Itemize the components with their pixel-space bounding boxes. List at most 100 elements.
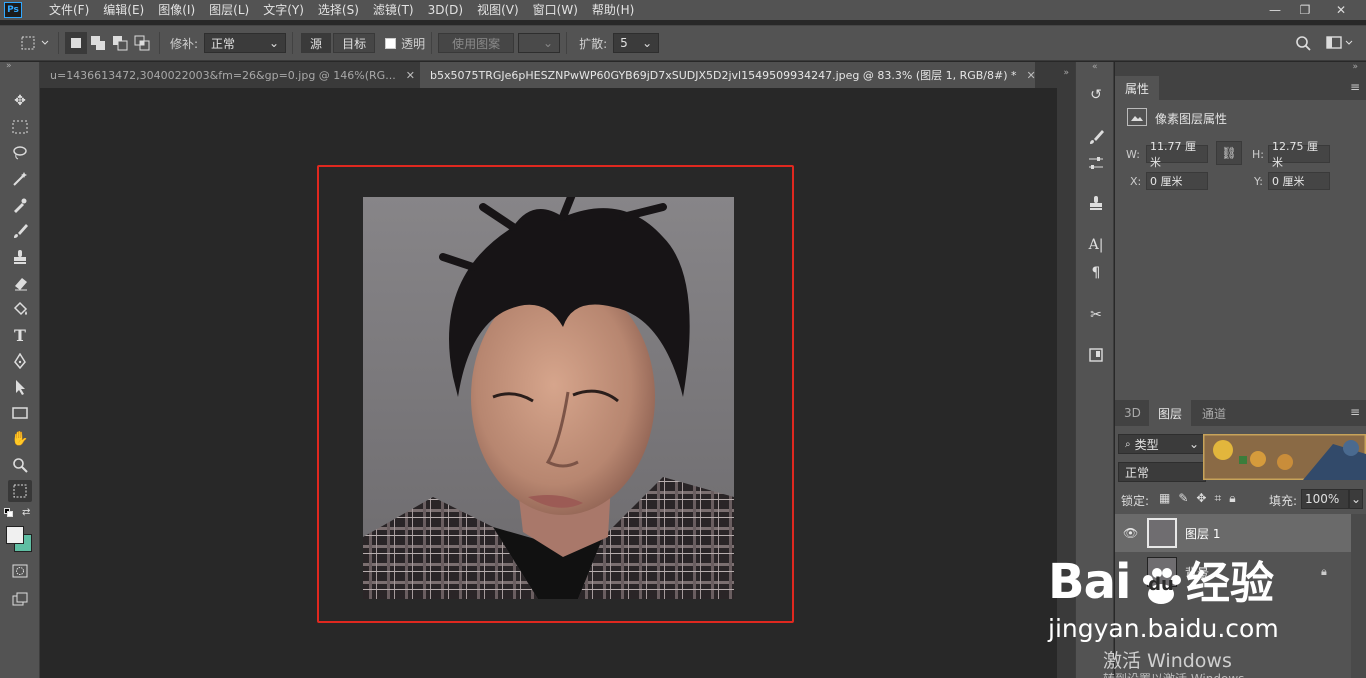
eyedropper-tool[interactable] — [8, 194, 32, 216]
search-button[interactable] — [1292, 32, 1314, 54]
character-panel-button[interactable]: A| — [1084, 234, 1108, 256]
height-field[interactable]: 12.75 厘米 — [1268, 140, 1330, 169]
y-field[interactable]: 0 厘米 — [1268, 172, 1330, 190]
divider — [431, 32, 433, 54]
zoom-tool[interactable] — [8, 454, 32, 476]
collapse-icon[interactable]: « — [1092, 62, 1098, 72]
screen-mode-button[interactable] — [8, 588, 32, 610]
lock-artboard-icon[interactable]: ⌗ — [1214, 491, 1221, 506]
tab-3d[interactable]: 3D — [1115, 400, 1150, 426]
fill-input[interactable]: 100% — [1301, 489, 1349, 509]
restore-button[interactable]: ❐ — [1290, 0, 1320, 20]
app-logo[interactable]: Ps — [4, 2, 22, 18]
tab-title: b5x5075TRGJe6pHESZNPwWP60GYB69jD7xSUDJX5… — [430, 69, 1017, 82]
layer-name[interactable]: 图层 1 — [1185, 525, 1220, 542]
pattern-picker[interactable]: ⌄ — [518, 33, 561, 53]
photoshop-window: Ps 文件(F) 编辑(E) 图像(I) 图层(L) 文字(Y) 选择(S) 滤… — [0, 0, 1366, 678]
lock-buttons: ▦ ✎ ✥ ⌗ 🔒︎ — [1159, 491, 1236, 506]
minimize-button[interactable]: — — [1260, 0, 1290, 20]
type-tool[interactable]: T — [8, 324, 32, 346]
menu-view[interactable]: 视图(V) — [470, 0, 526, 20]
paint-bucket-tool[interactable] — [8, 298, 32, 320]
lock-all-icon[interactable]: 🔒︎ — [1229, 491, 1235, 506]
lock-label: 锁定: — [1121, 494, 1150, 508]
rectangle-tool[interactable] — [8, 402, 32, 424]
add-selection-button[interactable] — [87, 32, 109, 54]
adjustments-button[interactable] — [1084, 152, 1108, 174]
menu-filter[interactable]: 滤镜(T) — [366, 0, 421, 20]
eraser-tool[interactable] — [8, 272, 32, 294]
clone-stamp-tool[interactable] — [8, 246, 32, 268]
navigator-button[interactable] — [1084, 344, 1108, 366]
lock-paint-icon[interactable]: ✎ — [1178, 491, 1188, 506]
hand-tool[interactable]: ✋ — [8, 428, 32, 450]
document-tab-1[interactable]: u=1436613472,3040022003&fm=26&gp=0.jpg @… — [40, 62, 420, 88]
path-selection-tool[interactable] — [8, 376, 32, 398]
workspace-button[interactable] — [1324, 32, 1358, 54]
tab-properties[interactable]: 属性 — [1115, 76, 1160, 100]
banner-ad[interactable] — [1203, 434, 1366, 480]
patch-tool[interactable] — [8, 480, 32, 502]
magic-wand-tool[interactable] — [8, 168, 32, 190]
use-pattern-button[interactable]: 使用图案 — [438, 33, 515, 53]
pen-tool[interactable] — [8, 350, 32, 372]
tabs-overflow-icon[interactable]: » — [1063, 68, 1069, 78]
collapse-icon[interactable]: » — [6, 61, 12, 71]
x-field[interactable]: 0 厘米 — [1146, 172, 1208, 190]
close-icon[interactable]: ✕ — [1027, 69, 1035, 82]
brush-tool[interactable] — [8, 220, 32, 242]
menu-image[interactable]: 图像(I) — [151, 0, 202, 20]
clone-source-button[interactable] — [1084, 192, 1108, 214]
history-panel-button[interactable]: ↺ — [1084, 84, 1108, 106]
new-selection-button[interactable] — [65, 32, 87, 54]
swap-colors-icon[interactable]: ⇄ — [22, 507, 30, 518]
width-field[interactable]: 11.77 厘米 — [1146, 140, 1208, 169]
fill-dropdown[interactable]: ⌄ — [1349, 489, 1363, 509]
blend-mode-select[interactable]: 正常 — [1118, 462, 1206, 482]
subtract-selection-button[interactable] — [109, 32, 131, 54]
document-tab-2[interactable]: b5x5075TRGJe6pHESZNPwWP60GYB69jD7xSUDJX5… — [420, 62, 1035, 88]
close-icon[interactable]: ✕ — [406, 69, 415, 82]
chevron-down-icon: ⌄ — [642, 36, 653, 50]
collapse-icon[interactable]: » — [1352, 62, 1358, 72]
patch-mode-select[interactable]: 正常 ⌄ — [204, 33, 287, 53]
menu-3d[interactable]: 3D(D) — [421, 0, 470, 20]
menu-edit[interactable]: 编辑(E) — [96, 0, 151, 20]
menu-type[interactable]: 文字(Y) — [256, 0, 311, 20]
move-tool[interactable]: ✥ — [8, 90, 32, 112]
panel-menu-icon[interactable]: ≡ — [1350, 405, 1360, 419]
menu-window[interactable]: 窗口(W) — [526, 0, 585, 20]
zoom-icon — [13, 458, 28, 473]
target-button[interactable]: 目标 — [333, 33, 376, 53]
source-button[interactable]: 源 — [301, 33, 332, 53]
link-dimensions-button[interactable]: ⛓ — [1216, 141, 1242, 165]
tool-presets-button[interactable]: ✂ — [1084, 304, 1108, 326]
transparent-checkbox[interactable]: 透明 — [385, 35, 425, 52]
lock-position-icon[interactable]: ✥ — [1196, 491, 1206, 506]
menu-select[interactable]: 选择(S) — [311, 0, 366, 20]
spread-select[interactable]: 5 ⌄ — [613, 33, 660, 53]
tool-preset-picker[interactable] — [18, 32, 52, 54]
menu-layer[interactable]: 图层(L) — [202, 0, 256, 20]
lasso-tool[interactable] — [8, 142, 32, 164]
panel-menu-icon[interactable]: ≡ — [1350, 80, 1360, 94]
paragraph-panel-button[interactable]: ¶ — [1084, 262, 1108, 284]
close-button[interactable]: ✕ — [1326, 0, 1356, 20]
layers-scrollbar[interactable] — [1351, 514, 1366, 678]
tab-channels[interactable]: 通道 — [1193, 400, 1235, 426]
tab-layers[interactable]: 图层 — [1149, 400, 1192, 426]
patch-icon — [13, 484, 27, 498]
visibility-eye-icon[interactable]: 👁︎ — [1123, 526, 1138, 540]
marquee-tool[interactable] — [8, 116, 32, 138]
lock-transparency-icon[interactable]: ▦ — [1159, 491, 1170, 506]
menu-help[interactable]: 帮助(H) — [585, 0, 641, 20]
quick-mask-button[interactable] — [8, 560, 32, 582]
brush-presets-button[interactable] — [1084, 126, 1108, 148]
menu-file[interactable]: 文件(F) — [42, 0, 96, 20]
layer-row[interactable]: 👁︎ 图层 1 — [1115, 514, 1351, 552]
checkbox-box[interactable] — [385, 37, 397, 49]
layer-filter-select[interactable]: ⌕ 类型 ⌄ — [1118, 434, 1206, 454]
foreground-color-swatch[interactable] — [6, 526, 24, 544]
default-colors-icon[interactable] — [4, 508, 14, 518]
intersect-selection-button[interactable] — [131, 32, 153, 54]
